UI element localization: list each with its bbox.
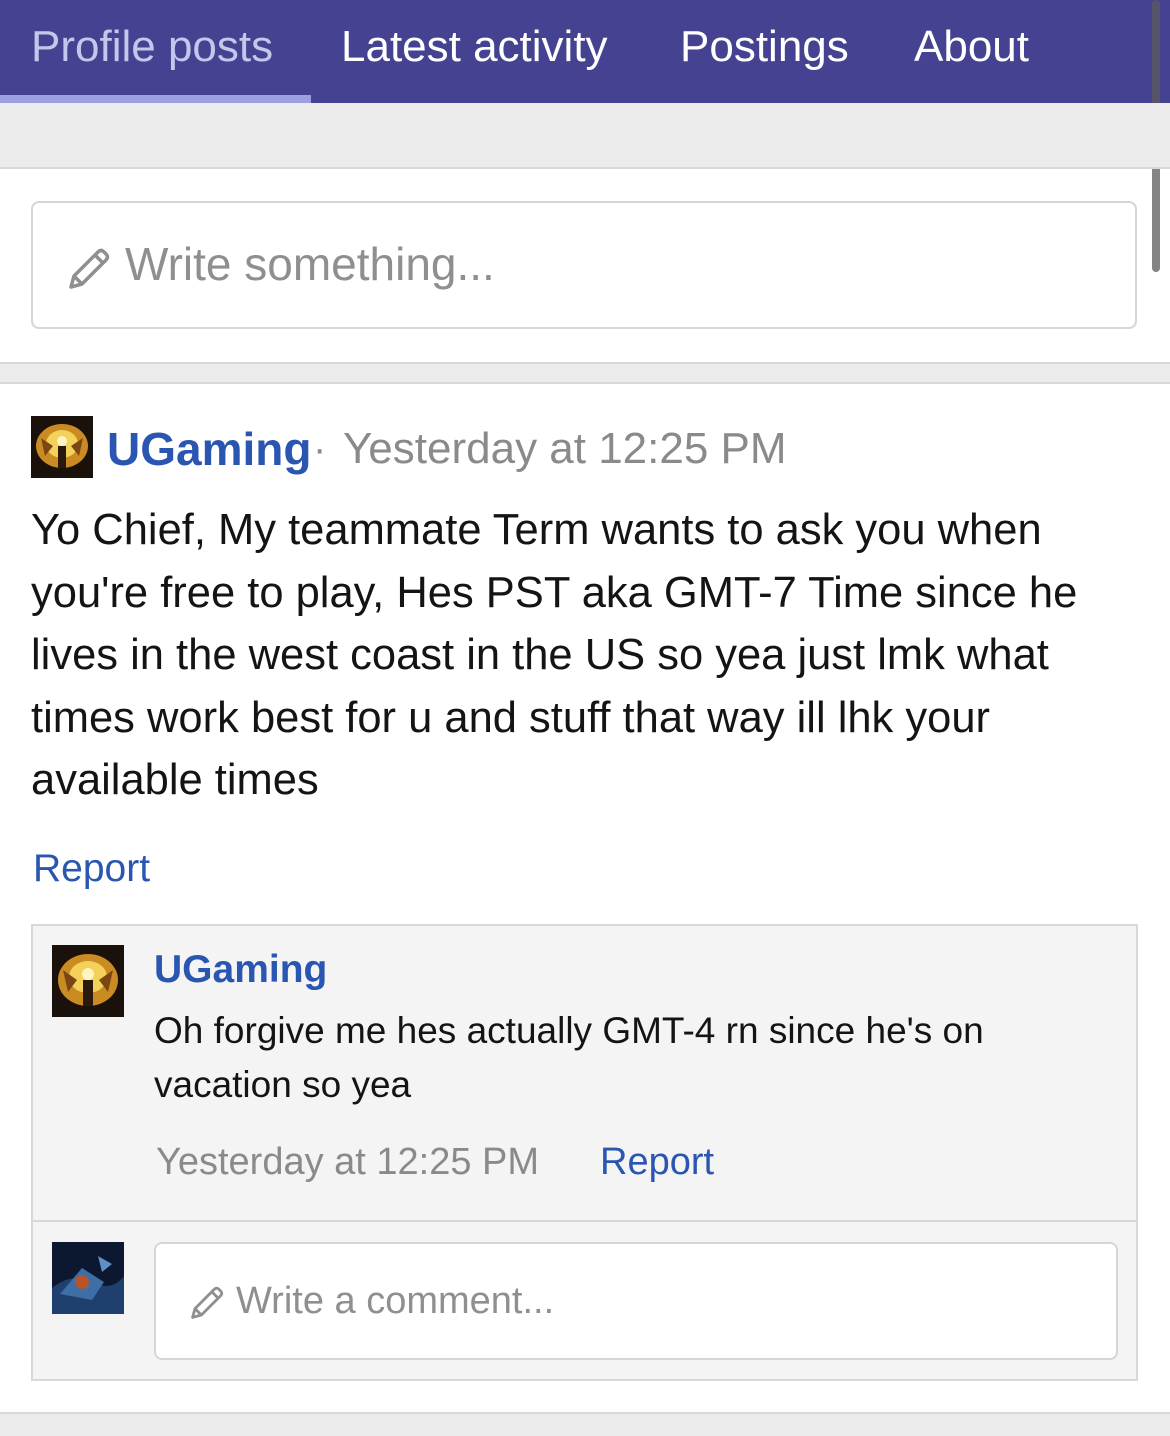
tab-profile-posts[interactable]: Profile posts: [31, 0, 273, 103]
status-composer[interactable]: Write something...: [31, 201, 1137, 329]
section-gap: [0, 103, 1170, 169]
profile-tabs: Profile posts Latest activity Postings A…: [0, 0, 1170, 103]
pencil-icon: [187, 1283, 227, 1328]
tab-about[interactable]: About: [914, 0, 1029, 103]
divider: [33, 1220, 1136, 1222]
composer-placeholder: Write something...: [125, 238, 495, 290]
comment-composer[interactable]: Write a comment...: [154, 1242, 1118, 1360]
post-author-link[interactable]: UGaming: [107, 418, 311, 480]
current-user-avatar: [52, 1242, 124, 1314]
avatar[interactable]: [31, 416, 93, 478]
separator: ·: [313, 427, 327, 471]
tab-latest-activity[interactable]: Latest activity: [341, 0, 608, 103]
tab-postings[interactable]: Postings: [680, 0, 849, 103]
post-timestamp[interactable]: Yesterday at 12:25 PM: [343, 418, 787, 480]
comments-section: UGaming Oh forgive me hes actually GMT-4…: [31, 924, 1138, 1381]
active-tab-indicator: [0, 95, 311, 103]
post-report-link[interactable]: Report: [33, 847, 150, 891]
comment-body: Oh forgive me hes actually GMT-4 rn sinc…: [154, 1010, 984, 1105]
avatar[interactable]: [52, 945, 124, 1017]
post-body: Yo Chief, My teammate Term wants to ask …: [31, 506, 1078, 804]
comment-placeholder: Write a comment...: [236, 1280, 555, 1322]
section-gap: [0, 362, 1170, 384]
pencil-icon: [64, 244, 114, 299]
section-gap: [0, 1412, 1170, 1436]
comment-report-link[interactable]: Report: [600, 1141, 714, 1184]
comment-author-link[interactable]: UGaming: [154, 948, 327, 992]
comment-timestamp[interactable]: Yesterday at 12:25 PM: [156, 1141, 539, 1184]
